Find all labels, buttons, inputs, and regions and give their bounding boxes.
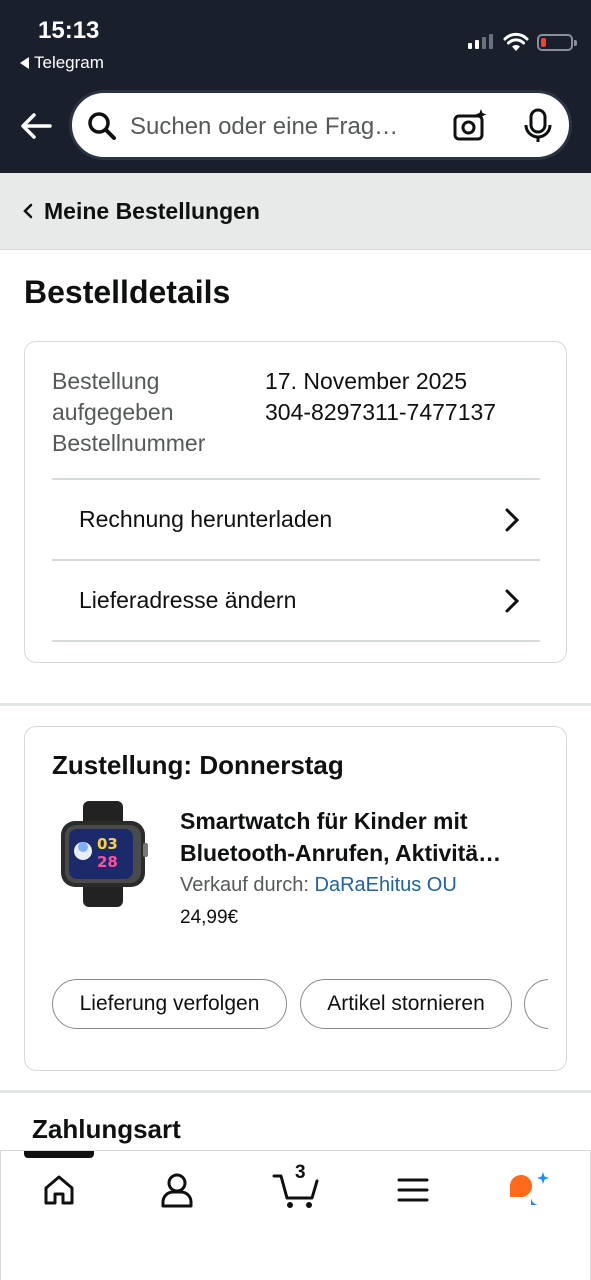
cancel-item-button[interactable]: Artikel stornieren (300, 979, 512, 1029)
camera-search-icon[interactable] (452, 108, 488, 144)
back-triangle-icon (20, 57, 29, 69)
section-divider (0, 1090, 591, 1093)
download-invoice-label: Rechnung herunterladen (79, 506, 333, 532)
tab-home[interactable] (29, 1168, 89, 1212)
seller-info: Verkauf durch: DaRaEhitus OU (180, 874, 457, 897)
tab-account[interactable] (147, 1168, 207, 1212)
product-title[interactable]: Smartwatch für Kinder mit Bluetooth-Anru… (180, 805, 545, 869)
order-labels: Bestellung aufgegeben Bestellnummer (52, 366, 205, 459)
seller-prefix: Verkauf durch: (180, 874, 309, 896)
change-address-link[interactable]: Lieferadresse ändern (52, 559, 540, 640)
order-number: 304-8297311-7477137 (265, 399, 497, 425)
change-address-label: Lieferadresse ändern (79, 587, 297, 613)
delivery-title: Zustellung: Donnerstag (52, 750, 344, 780)
order-values: 17. November 2025 304-8297311-7477137 (265, 366, 496, 428)
chevron-right-icon (505, 589, 520, 613)
chevron-left-icon (23, 203, 33, 219)
order-info-card: Bestellung aufgegeben Bestellnummer 17. … (24, 341, 567, 663)
action-buttons-row: Lieferung verfolgen Artikel stornieren (52, 979, 548, 1031)
account-icon (161, 1173, 193, 1208)
home-icon (44, 1175, 74, 1205)
section-divider (0, 703, 591, 706)
status-time: 15:13 (38, 17, 100, 44)
order-placed-label-line1: Bestellung (52, 368, 160, 394)
payment-title: Zahlungsart (32, 1114, 181, 1144)
order-number-label: Bestellnummer (52, 430, 206, 456)
tab-menu[interactable] (383, 1168, 443, 1212)
divider (52, 640, 540, 642)
page-title: Bestelldetails (24, 274, 231, 310)
tab-assistant[interactable] (499, 1168, 559, 1212)
search-bar[interactable]: Suchen oder eine Frag… (69, 90, 572, 160)
back-arrow-icon[interactable] (18, 108, 54, 144)
microphone-icon[interactable] (522, 108, 554, 144)
search-icon (88, 112, 116, 140)
thumb-digits-1: 03 (97, 835, 118, 853)
assistant-icon (510, 1172, 549, 1205)
search-input[interactable]: Suchen oder eine Frag… (130, 113, 398, 141)
product-title-line1: Smartwatch für Kinder mit (180, 808, 468, 834)
breadcrumb[interactable]: Meine Bestellungen (0, 173, 591, 250)
download-invoice-link[interactable]: Rechnung herunterladen (52, 478, 540, 559)
wifi-icon (503, 32, 529, 51)
seller-link[interactable]: DaRaEhitus OU (315, 874, 457, 896)
more-action-button[interactable] (524, 979, 548, 1029)
breadcrumb-label: Meine Bestellungen (44, 197, 260, 224)
cellular-signal-icon (468, 34, 493, 49)
order-date: 17. November 2025 (265, 368, 468, 394)
tab-cart[interactable]: 3 (266, 1162, 326, 1212)
battery-icon (537, 34, 577, 51)
delivery-card: Zustellung: Donnerstag 03 28 Smartwatch … (24, 726, 567, 1071)
back-app-label: Telegram (34, 53, 104, 72)
chevron-right-icon (505, 508, 520, 532)
thumb-digits-2: 28 (97, 853, 118, 871)
product-price: 24,99€ (180, 907, 239, 928)
cart-count-badge: 3 (295, 1162, 306, 1183)
track-delivery-button[interactable]: Lieferung verfolgen (52, 979, 287, 1029)
order-placed-label-line2: aufgegeben (52, 399, 174, 425)
back-to-app-link[interactable]: Telegram (20, 53, 104, 73)
active-tab-indicator (24, 1151, 94, 1158)
hamburger-menu-icon (397, 1178, 429, 1202)
product-title-line2: Bluetooth-Anrufen, Aktivitä… (180, 840, 502, 866)
product-image[interactable]: 03 28 (55, 799, 151, 909)
